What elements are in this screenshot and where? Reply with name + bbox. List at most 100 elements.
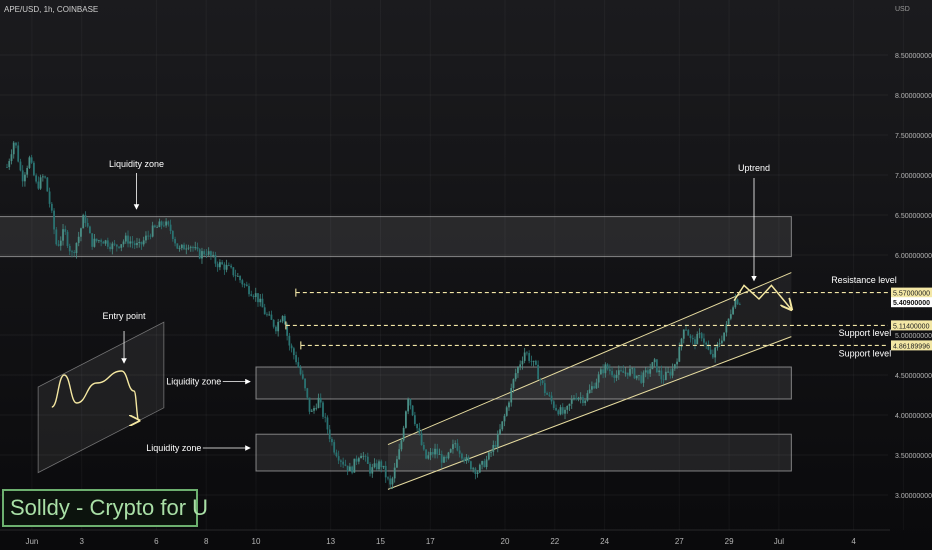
candle-body <box>53 210 55 230</box>
price-chart[interactable]: Resistance level5.57000000Support level5… <box>0 0 932 550</box>
candle-body <box>335 452 338 457</box>
candle-body <box>409 399 412 406</box>
price-axis: 8.50000000 8.00000000 7.50000000 7.00000000… <box>895 53 932 500</box>
candle-body <box>678 347 681 362</box>
price-levels: Resistance level5.57000000Support level5… <box>285 275 932 359</box>
y-tick-label: 3.00000000 <box>895 493 932 500</box>
candle-body <box>635 375 638 379</box>
candle-body <box>398 449 401 460</box>
candle-body <box>151 225 154 237</box>
candle-body <box>48 191 51 204</box>
candle-body <box>232 267 235 276</box>
candle-body <box>496 434 499 447</box>
candle-body <box>250 294 253 296</box>
level-label: Support level <box>839 328 892 338</box>
candle-body <box>198 249 201 259</box>
candle-body <box>407 399 410 412</box>
candle-body <box>622 370 625 373</box>
candle-body <box>124 235 127 242</box>
candle-body <box>299 367 302 375</box>
candle-body <box>68 245 71 252</box>
candle-body <box>557 410 560 415</box>
candle-body <box>324 416 327 418</box>
zone-label-2: Liquidity zone <box>166 377 221 387</box>
candle-body <box>165 221 168 226</box>
candle-body <box>427 455 430 459</box>
candle-body <box>160 221 163 226</box>
x-tick-label: 4 <box>851 537 856 546</box>
candle-body <box>396 459 398 468</box>
candle-body <box>642 372 645 383</box>
y-tick-label: 4.00000000 <box>895 413 932 420</box>
candle-body <box>245 284 248 287</box>
candle-body <box>510 387 513 403</box>
candle-body <box>348 466 351 471</box>
candle-body <box>550 395 553 402</box>
candle-body <box>297 362 300 368</box>
zone-label-1: Liquidity zone <box>109 159 164 169</box>
candle-body <box>575 397 578 400</box>
candle-body <box>261 298 264 308</box>
candle-body <box>651 362 654 370</box>
candle-body <box>252 295 255 297</box>
candle-body <box>526 352 528 354</box>
candle-body <box>178 248 181 249</box>
x-tick-label: 13 <box>326 537 335 546</box>
y-tick-label: 7.00000000 <box>895 173 932 180</box>
candle-body <box>608 369 611 372</box>
candle-body <box>62 229 64 241</box>
candle-body <box>37 181 40 189</box>
candle-body <box>528 353 531 361</box>
candle-body <box>243 284 246 286</box>
candle-body <box>91 233 94 247</box>
candle-body <box>570 399 573 404</box>
candle-body <box>241 280 244 285</box>
candle-body <box>115 244 118 247</box>
candle-body <box>259 298 262 303</box>
candle-body <box>362 455 365 457</box>
candle-body <box>147 235 150 237</box>
y-tick-label: 6.00000000 <box>895 253 932 260</box>
candle-body <box>122 241 125 245</box>
brand-watermark: Solldy - Crypto for U <box>2 489 208 527</box>
y-tick-label: 6.50000000 <box>895 213 932 220</box>
candle-body <box>351 466 354 473</box>
candle-body <box>230 265 232 268</box>
candle-body <box>712 353 714 358</box>
candle-body <box>492 444 495 452</box>
x-tick-label: 10 <box>252 537 261 546</box>
candle-body <box>494 444 497 447</box>
candle-body <box>344 464 347 466</box>
candle-body <box>214 254 217 264</box>
candle-body <box>136 242 138 246</box>
candle-body <box>671 368 674 376</box>
candle-body <box>452 444 454 450</box>
candle-body <box>503 415 506 422</box>
candle-body <box>192 246 194 249</box>
level-price-tag-text: 5.11400000 <box>893 323 930 330</box>
candle-body <box>613 375 616 378</box>
candle-body <box>236 276 239 277</box>
candle-body <box>611 371 613 376</box>
candle-body <box>532 360 535 362</box>
candle-body <box>212 254 215 256</box>
candle-body <box>263 307 266 315</box>
candle-body <box>106 240 109 247</box>
candle-body <box>275 326 277 332</box>
candle-body <box>169 224 172 231</box>
current-price-text: 5.40900000 <box>893 300 930 307</box>
candle-body <box>552 401 555 408</box>
candle-body <box>111 243 114 250</box>
candle-body <box>59 240 62 246</box>
candle-body <box>375 463 378 470</box>
candle-body <box>698 333 701 335</box>
candle-body <box>561 407 564 414</box>
candle-body <box>638 375 640 376</box>
candle-body <box>207 251 210 255</box>
candle-body <box>541 380 544 384</box>
candle-body <box>676 361 678 365</box>
candle-body <box>568 403 571 407</box>
candle-body <box>579 397 582 399</box>
candle-body <box>436 448 439 455</box>
candle-body <box>705 342 708 345</box>
